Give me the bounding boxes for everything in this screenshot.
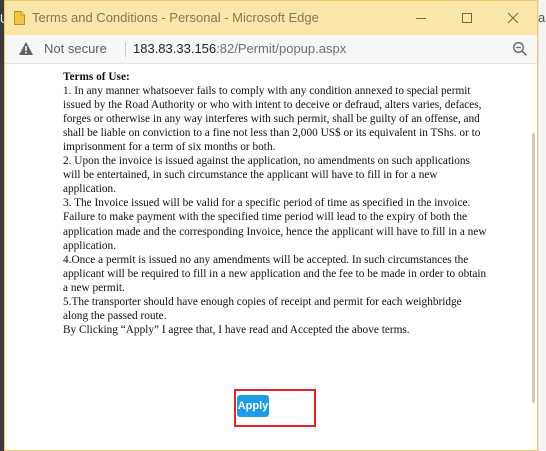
terms-clause-5: 5.The transporter should have enough cop… [63,295,462,322]
window-title: Terms and Conditions - Personal - Micros… [32,10,319,25]
terms-content: Terms of Use: 1. In any manner whatsoeve… [63,70,489,337]
terms-clause-2: 2. Upon the invoice is issued against th… [63,155,470,196]
page-icon [14,11,25,25]
terms-agreement: By Clicking “Apply” I agree that, I have… [63,323,410,336]
url-path: :82/Permit/popup.aspx [216,41,347,56]
terms-clause-4: 4.Once a permit is issued no any amendme… [63,253,487,294]
scrollbar[interactable] [528,63,537,450]
warning-icon[interactable] [18,41,34,56]
zoom-out-icon[interactable] [512,41,528,57]
address-bar[interactable]: Not secure 183.83.33.156:82/Permit/popup… [5,35,537,64]
close-button[interactable] [490,1,536,35]
popup-window: Terms and Conditions - Personal - Micros… [4,0,538,451]
terms-clause-3: 3. The Invoice issued will be valid for … [63,197,487,252]
maximize-icon [462,13,472,23]
url-text[interactable]: 183.83.33.156:82/Permit/popup.aspx [133,41,346,56]
apply-button[interactable]: Apply [237,395,269,417]
address-divider [125,42,126,57]
maximize-button[interactable] [444,1,490,35]
terms-heading: Terms of Use: [63,71,130,83]
terms-clause-1: 1. In any manner whatsoever fails to com… [63,85,482,154]
background-right-letter: a [538,10,546,25]
title-bar[interactable]: Terms and Conditions - Personal - Micros… [5,1,537,35]
minimize-button[interactable] [398,1,444,35]
background-window-right: a [538,0,546,451]
minimize-icon [416,18,426,19]
url-host: 183.83.33.156 [133,41,217,56]
close-icon [507,12,519,24]
security-status[interactable]: Not secure [44,41,107,56]
scrollbar-thumb[interactable] [532,133,535,403]
